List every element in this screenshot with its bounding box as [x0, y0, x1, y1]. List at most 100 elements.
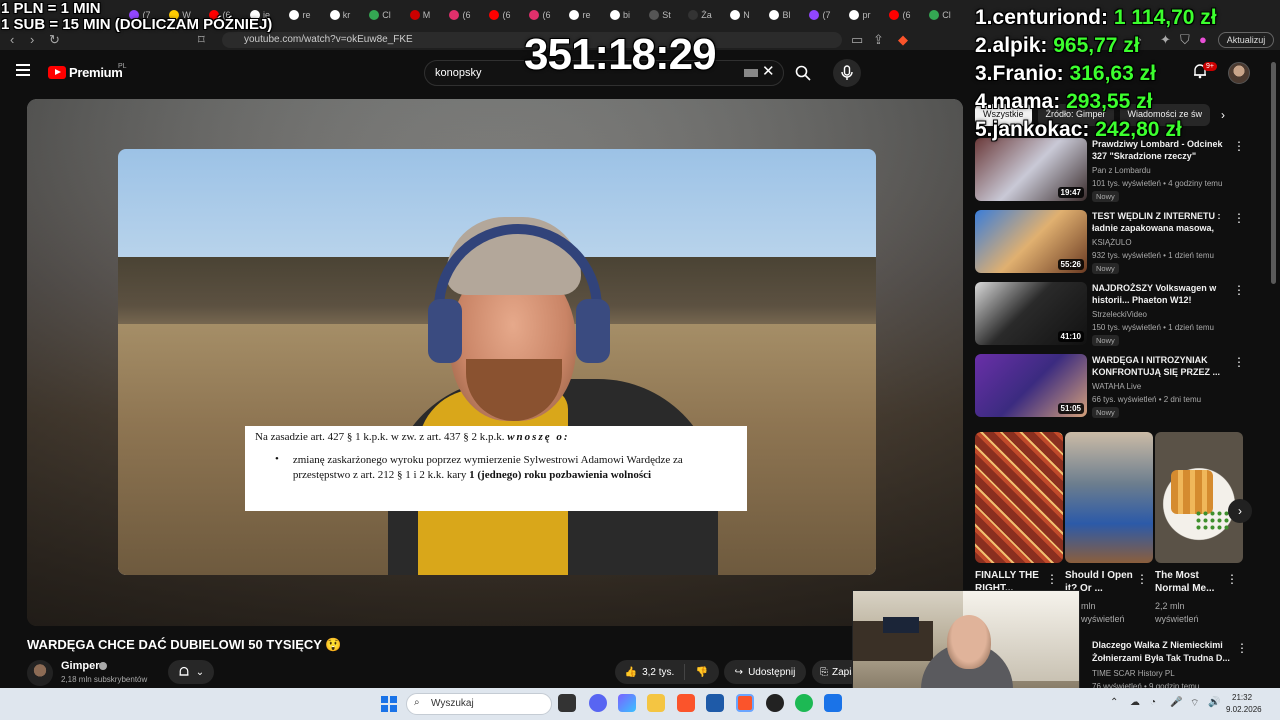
page-scrollbar[interactable]	[1271, 62, 1276, 284]
tray-chevron-icon[interactable]: ⌃	[1110, 697, 1118, 708]
back-icon[interactable]: ‹	[10, 32, 14, 47]
recommendation-item[interactable]: 51:05 WARDĘGA I NITROZYNIAK KONFRONTUJĄ …	[975, 354, 1245, 420]
clear-search-icon[interactable]: ✕	[762, 62, 775, 80]
video-thumbnail[interactable]: 41:10	[975, 282, 1087, 345]
more-options-icon[interactable]: ⋮	[1233, 212, 1245, 224]
share-button[interactable]: ↪ Udostępnij	[724, 660, 806, 684]
discord-icon[interactable]	[589, 694, 607, 712]
tray-network-icon[interactable]: ◔	[1150, 697, 1156, 708]
browser-tab[interactable]: re	[560, 4, 600, 26]
search-button[interactable]	[786, 60, 820, 86]
browser-tab[interactable]: kr	[320, 4, 360, 26]
youtube-logo-icon[interactable]	[48, 66, 66, 79]
update-button[interactable]: Aktualizuj	[1218, 32, 1274, 48]
tray-mic-icon[interactable]: 🎤	[1170, 697, 1182, 708]
like-button[interactable]: 👍 3,2 tys.	[615, 664, 685, 680]
more-options-icon[interactable]: ⋮	[1136, 572, 1148, 586]
copilot-icon[interactable]	[618, 694, 636, 712]
taskbar-search-input[interactable]: Wyszukaj	[406, 693, 552, 715]
store-icon[interactable]	[706, 694, 724, 712]
tray-volume-icon[interactable]: 🔊	[1208, 697, 1220, 708]
channel-avatar[interactable]	[27, 660, 53, 686]
video-thumbnail[interactable]: 55:26	[975, 210, 1087, 273]
video-thumbnail[interactable]: 19:47	[975, 138, 1087, 201]
short-thumbnail[interactable]	[1155, 432, 1243, 563]
recommendation-title[interactable]: WARDĘGA I NITROZYNIAK KONFRONTUJĄ SIĘ PR…	[1092, 354, 1224, 378]
recommendation-channel[interactable]: StrzeleckiVideo	[1092, 310, 1147, 319]
recommendation-channel[interactable]: TIME SCAR History PL	[1092, 669, 1175, 678]
more-options-icon[interactable]: ⋮	[1236, 641, 1248, 655]
profile-icon[interactable]: ●	[1199, 32, 1207, 47]
browser-tab[interactable]: N	[720, 4, 760, 26]
browser-tab[interactable]: re	[280, 4, 320, 26]
star-icon[interactable]: ✦	[1160, 32, 1171, 48]
more-options-icon[interactable]: ⋮	[1233, 284, 1245, 296]
shorts-next-button[interactable]: ›	[1228, 499, 1252, 523]
video-player[interactable]	[27, 99, 963, 626]
browser-tab[interactable]: Cl	[920, 4, 960, 26]
video-thumbnail[interactable]: 51:05	[975, 354, 1087, 417]
recommendation-title[interactable]: NAJDROŻSZY Volkswagen w historii... Phae…	[1092, 282, 1224, 306]
browser-tab[interactable]: (6	[880, 4, 920, 26]
tray-wifi-icon[interactable]: ⌔	[1190, 697, 1199, 710]
recommendation-item[interactable]: 55:26 TEST WĘDLIN Z INTERNETU : ładnie z…	[975, 210, 1245, 276]
share-page-icon[interactable]: ⇪	[873, 32, 884, 48]
brave-shield-icon[interactable]: ◆	[898, 32, 908, 48]
browser-tab[interactable]: St	[640, 4, 680, 26]
browser-tab[interactable]: bi	[600, 4, 640, 26]
notepad-icon[interactable]	[824, 694, 842, 712]
keyboard-icon[interactable]	[744, 69, 758, 77]
task-view-icon[interactable]	[558, 694, 576, 712]
forward-icon[interactable]: ›	[30, 32, 34, 47]
brave-browser-icon[interactable]	[677, 694, 695, 712]
browser-tab[interactable]: (6	[520, 4, 560, 26]
shield-icon[interactable]: ⛉	[1180, 32, 1190, 48]
spotify-icon[interactable]	[795, 694, 813, 712]
chevron-right-icon[interactable]: ›	[1221, 108, 1225, 122]
recommendation-title[interactable]: Dlaczego Walka Z Niemieckimi Żołnierzami…	[1092, 639, 1230, 665]
more-options-icon[interactable]: ⋮	[1233, 356, 1245, 368]
tab-favicon-icon	[369, 10, 380, 20]
voice-search-button[interactable]	[833, 59, 861, 87]
short-thumbnail[interactable]	[975, 432, 1063, 563]
browser-tab[interactable]: pr	[840, 4, 880, 26]
cast-icon[interactable]: ▭	[851, 32, 863, 48]
channel-name[interactable]: Gimper	[61, 660, 100, 672]
browser-tab[interactable]: (6	[480, 4, 520, 26]
recommendation-item[interactable]: 19:47 Prawdziwy Lombard - Odcinek 327 "S…	[975, 138, 1245, 204]
hamburger-menu-icon[interactable]	[16, 64, 30, 76]
tray-cloud-icon[interactable]: ☁	[1130, 697, 1140, 708]
recommendation-channel[interactable]: KSIĄŻULO	[1092, 238, 1132, 247]
browser-tab[interactable]: (7	[800, 4, 840, 26]
recommendation-channel[interactable]: WATAHA Live	[1092, 382, 1141, 391]
tab-favicon-icon	[730, 10, 741, 20]
subscription-bell-button[interactable]: ⌄	[168, 660, 214, 684]
more-options-icon[interactable]: ⋮	[1233, 140, 1245, 152]
browser-tab[interactable]: Bl	[760, 4, 800, 26]
donor-amount: 965,77 zł	[1053, 34, 1140, 57]
short-title[interactable]: The Most Normal Me...	[1155, 569, 1227, 595]
clock-date[interactable]: 9.02.2026	[1226, 705, 1262, 714]
user-avatar[interactable]	[1228, 62, 1250, 84]
dislike-button[interactable]: 👎	[685, 667, 719, 678]
recommendation-channel[interactable]: Pan z Lombardu	[1092, 166, 1151, 175]
short-thumbnail[interactable]	[1065, 432, 1153, 563]
new-badge: Nowy	[1092, 335, 1119, 346]
more-options-icon[interactable]: ⋮	[1046, 572, 1058, 586]
browser-tab[interactable]: M	[400, 4, 440, 26]
file-explorer-icon[interactable]	[647, 694, 665, 712]
recommendation-title[interactable]: TEST WĘDLIN Z INTERNETU : ładnie zapakow…	[1092, 210, 1224, 234]
search-icon: ⌕	[414, 697, 420, 708]
clock-time[interactable]: 21:32	[1232, 693, 1252, 702]
brave-active-icon[interactable]	[736, 694, 754, 712]
reload-icon[interactable]: ↻	[49, 32, 60, 48]
windows-start-icon[interactable]	[381, 696, 397, 712]
like-dislike-group: 👍 3,2 tys. 👎	[615, 660, 719, 684]
browser-tab[interactable]: Ża	[680, 4, 720, 26]
recommendation-item[interactable]: 41:10 NAJDROŻSZY Volkswagen w historii..…	[975, 282, 1245, 348]
more-options-icon[interactable]: ⋮	[1226, 572, 1238, 586]
bookmark-icon[interactable]: ⌑	[198, 32, 205, 48]
browser-tab[interactable]: (6	[440, 4, 480, 26]
obs-icon[interactable]	[766, 694, 784, 712]
browser-tab[interactable]: Cl	[360, 4, 400, 26]
